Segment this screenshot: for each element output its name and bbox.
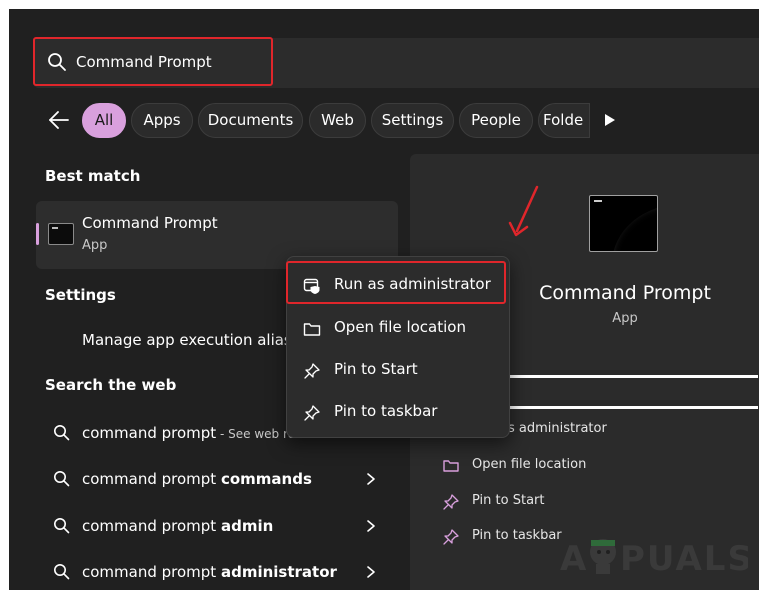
web-result-row[interactable]: command prompt admin <box>36 507 398 547</box>
scroll-right-icon[interactable] <box>604 113 616 127</box>
web-result-row[interactable]: command prompt commands <box>36 460 398 500</box>
web-result-label: command prompt admin <box>82 517 274 535</box>
search-icon <box>54 425 70 441</box>
filter-chip-web[interactable]: Web <box>309 103 366 138</box>
filter-chip-documents[interactable]: Documents <box>198 103 303 138</box>
details-action-label: s administrator <box>508 421 607 436</box>
back-arrow-icon[interactable] <box>47 109 71 131</box>
details-action-label: Open file location <box>472 457 587 472</box>
menu-item-pin-to-start[interactable]: Pin to Start <box>287 351 509 391</box>
settings-heading: Settings <box>45 286 116 304</box>
pin-icon <box>443 494 459 510</box>
svg-text:PUALS: PUALS <box>620 539 748 578</box>
search-icon <box>54 471 70 487</box>
details-action-pin-start[interactable]: Pin to Start <box>410 486 759 518</box>
search-web-heading: Search the web <box>45 376 177 394</box>
chevron-right-icon[interactable] <box>366 472 376 486</box>
search-highlight-box <box>33 37 273 86</box>
menu-item-label: Pin to taskbar <box>334 402 438 420</box>
filter-chip-settings[interactable]: Settings <box>371 103 454 138</box>
run-admin-highlight-box <box>286 261 506 304</box>
best-match-heading: Best match <box>45 167 141 185</box>
web-result-label: command prompt administrator <box>82 563 337 581</box>
annotation-arrow <box>508 185 539 237</box>
appuals-watermark-logo: A PUALS <box>560 539 748 578</box>
filter-chip-apps[interactable]: Apps <box>131 103 193 138</box>
folder-icon <box>443 460 459 472</box>
filter-chip-people[interactable]: People <box>459 103 533 138</box>
filter-chip-folders[interactable]: Folde <box>538 103 590 138</box>
details-divider <box>508 406 758 409</box>
menu-item-label: Pin to Start <box>334 360 418 378</box>
web-result-label: command prompt commands <box>82 470 312 488</box>
filter-chip-all[interactable]: All <box>82 103 126 138</box>
menu-item-open-file-location[interactable]: Open file location <box>287 309 509 349</box>
command-prompt-large-icon <box>589 195 658 252</box>
web-result-row[interactable]: command prompt administrator <box>36 553 398 593</box>
menu-item-pin-to-taskbar[interactable]: Pin to taskbar <box>287 393 509 433</box>
menu-item-label: Open file location <box>334 318 466 336</box>
settings-item-app-aliases[interactable]: Manage app execution aliases <box>82 331 309 349</box>
details-action-label: Pin to Start <box>472 493 545 508</box>
best-match-title: Command Prompt <box>82 214 218 232</box>
pin-icon <box>304 363 320 379</box>
selection-accent <box>36 223 39 245</box>
chevron-right-icon[interactable] <box>366 565 376 579</box>
best-match-subtitle: App <box>82 238 108 253</box>
web-result-label: command prompt - See web re <box>82 424 296 442</box>
search-icon <box>54 564 70 580</box>
pin-icon <box>304 405 320 421</box>
pin-icon <box>443 529 459 545</box>
svg-text:A: A <box>560 539 587 578</box>
folder-icon <box>303 323 321 336</box>
details-action-label: Pin to taskbar <box>472 528 562 543</box>
details-action-open-location[interactable]: Open file location <box>410 450 759 482</box>
search-icon <box>54 518 70 534</box>
details-divider <box>508 375 758 378</box>
chevron-right-icon[interactable] <box>366 519 376 533</box>
command-prompt-icon <box>48 223 74 245</box>
